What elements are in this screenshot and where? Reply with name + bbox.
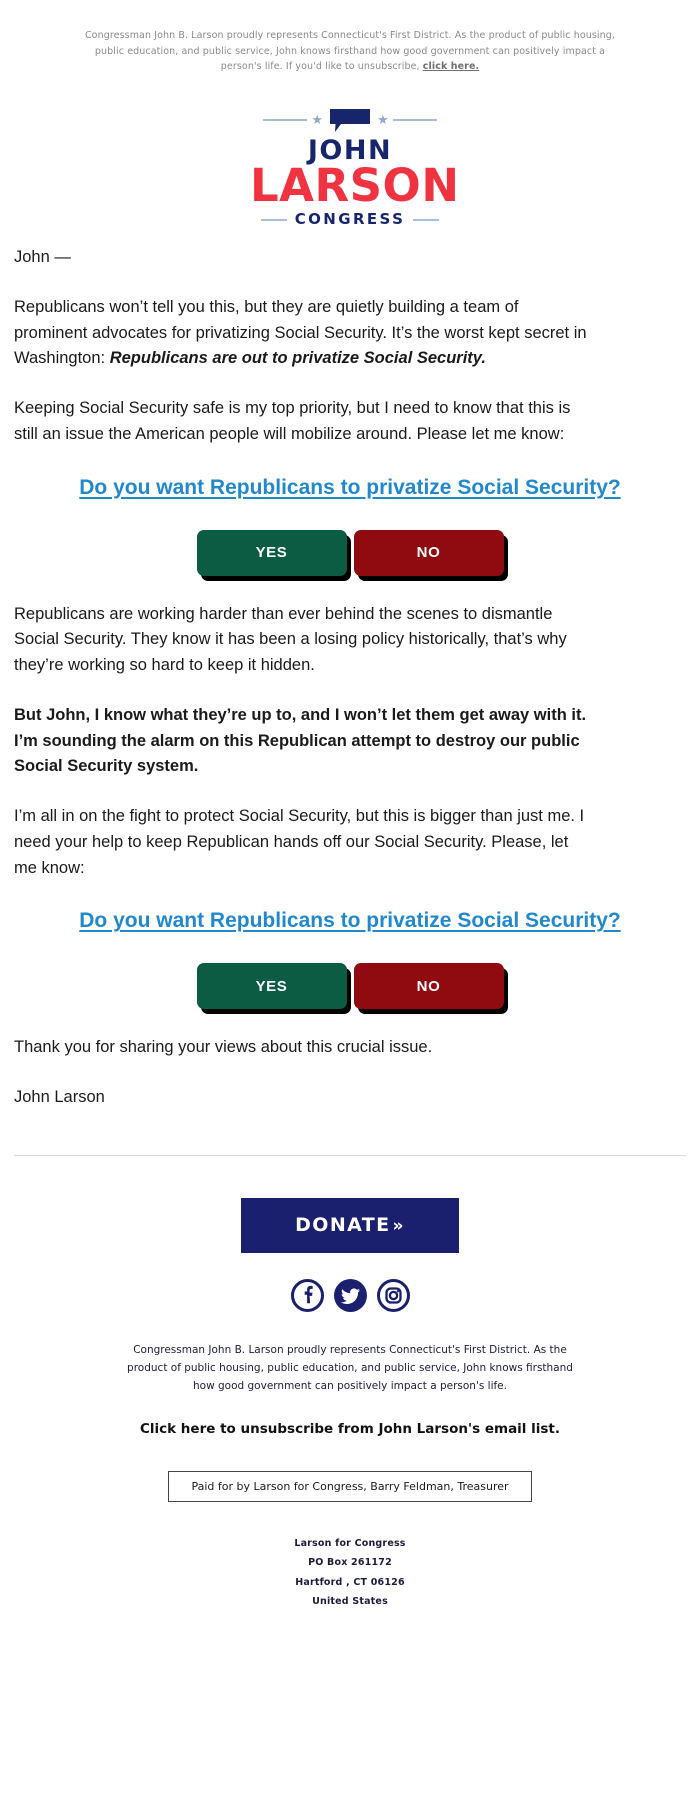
address-line-4: United States <box>312 1596 388 1608</box>
closing-line: Thank you for sharing your views about t… <box>14 1038 433 1057</box>
logo-rule-bottom-left <box>260 218 287 221</box>
address-line-1: Larson for Congress <box>294 1537 406 1549</box>
signature: John Larson <box>14 1088 105 1107</box>
star-icon-right: ★ <box>377 111 389 127</box>
no-button-top[interactable]: NO <box>353 529 504 576</box>
logo-office-row: CONGRESS <box>250 212 450 227</box>
question-block-top: Do you want Republicans to privatize Soc… <box>14 472 686 506</box>
no-button-bottom[interactable]: NO <box>353 963 504 1010</box>
star-icon-left: ★ <box>311 111 323 127</box>
twitter-icon[interactable] <box>333 1278 367 1317</box>
logo-last-name: LARSON <box>250 159 460 213</box>
question-block-bottom: Do you want Republicans to privatize Soc… <box>14 905 686 939</box>
donate-button[interactable]: DONATE» <box>241 1197 459 1253</box>
paragraph-4: But John, I know what they’re up to, and… <box>14 705 587 776</box>
email-body: John — Republicans won’t tell you this, … <box>0 245 700 1110</box>
preheader-unsubscribe-link[interactable]: click here. <box>423 61 479 72</box>
email-footer: DONATE» Congressman John B. Larson proud… <box>0 1156 700 1642</box>
survey-buttons-bottom: YES NO <box>14 939 686 1035</box>
logo-office-label: CONGRESS <box>294 210 406 229</box>
instagram-icon[interactable] <box>376 1278 410 1317</box>
footer-blurb: Congressman John B. Larson proudly repre… <box>127 1343 573 1392</box>
paragraph-1: Republicans won’t tell you this, but the… <box>14 295 588 372</box>
survey-question-link-top[interactable]: Do you want Republicans to privatize Soc… <box>79 476 620 500</box>
connecticut-shape-icon <box>327 107 373 133</box>
paid-for-disclaimer: Paid for by Larson for Congress, Barry F… <box>168 1470 532 1502</box>
logo-rule-left <box>263 118 308 122</box>
yes-button-bottom[interactable]: YES <box>196 963 347 1010</box>
donate-label: DONATE <box>295 1213 391 1236</box>
logo-rule-right <box>392 118 437 122</box>
address-line-3: Hartford , CT 06126 <box>295 1576 405 1588</box>
salutation: John — <box>14 248 71 267</box>
logo-ornament-row: ★ ★ <box>250 107 450 133</box>
logo-rule-bottom-right <box>413 218 440 221</box>
preheader-body: Congressman John B. Larson proudly repre… <box>84 30 616 73</box>
survey-question-link-bottom[interactable]: Do you want Republicans to privatize Soc… <box>79 909 620 933</box>
facebook-icon[interactable] <box>290 1278 324 1317</box>
footer-unsubscribe-link[interactable]: Click here to unsubscribe from John Lars… <box>0 1421 700 1437</box>
address-line-2: PO Box 261172 <box>308 1557 392 1569</box>
social-links <box>0 1253 700 1341</box>
paragraph-1-emphasis: Republicans are out to privatize Social … <box>109 349 486 368</box>
paragraph-5: I’m all in on the fight to protect Socia… <box>14 807 585 877</box>
preheader-text: Congressman John B. Larson proudly repre… <box>0 0 700 85</box>
mailing-address: Larson for Congress PO Box 261172 Hartfo… <box>0 1534 700 1612</box>
chevron-right-icon: » <box>392 1215 405 1236</box>
survey-buttons-top: YES NO <box>14 506 686 602</box>
paragraph-3: Republicans are working harder than ever… <box>14 604 567 675</box>
yes-button-top[interactable]: YES <box>196 529 347 576</box>
brand-logo[interactable]: ★ ★ JOHN LARSON CONGRESS <box>0 85 700 245</box>
paragraph-2: Keeping Social Security safe is my top p… <box>14 399 571 443</box>
